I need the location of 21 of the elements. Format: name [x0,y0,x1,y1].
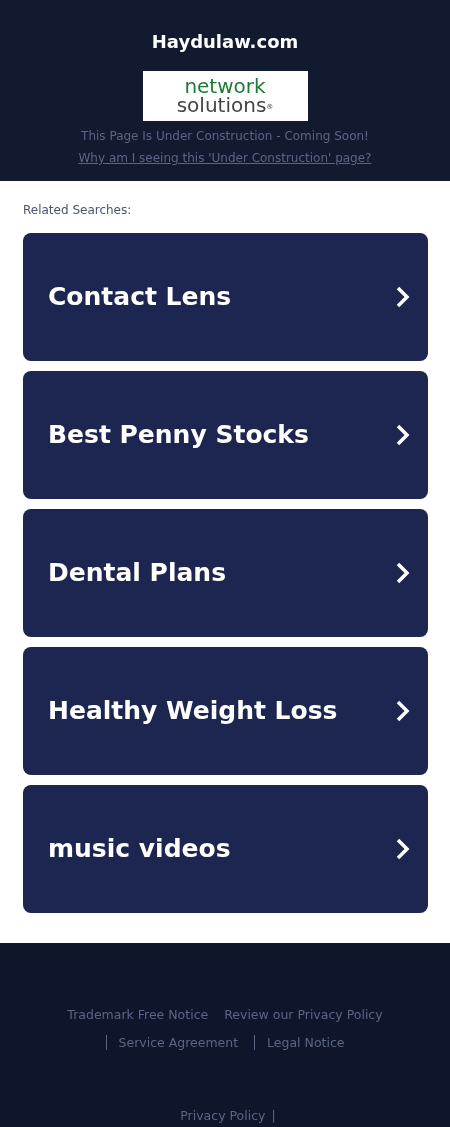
footer-link[interactable]: Review our Privacy Policy [218,1007,389,1022]
site-title: Haydulaw.com [150,30,300,54]
chevron-icon [396,562,410,584]
section-heading: Related Searches: [23,202,133,219]
chevron-icon [396,286,410,308]
search-link[interactable]: Dental Plans [23,509,428,637]
chevron-icon [396,700,410,722]
notice-text: This Page Is Under Construction - Coming Soon! [80,128,370,145]
footer-link[interactable]: Legal Notice [254,1035,351,1050]
separator-text: | [271,1108,276,1123]
search-link[interactable]: Best Penny Stocks [23,371,428,499]
chevron-icon [396,838,410,860]
footer-link[interactable]: Service Agreement [105,1035,245,1050]
footer-link[interactable]: Trademark Free Notice [61,1007,215,1022]
footer-link[interactable]: Privacy Policy [174,1108,272,1123]
search-link[interactable]: music videos [23,785,428,913]
chevron-icon [396,424,410,446]
search-link[interactable]: Contact Lens [23,233,428,361]
info-link[interactable]: Why am I seeing this 'Under Construction' page? [78,151,372,165]
search-link[interactable]: Healthy Weight Loss [23,647,428,775]
logo: network solutions$^{®}$ [142,71,308,121]
